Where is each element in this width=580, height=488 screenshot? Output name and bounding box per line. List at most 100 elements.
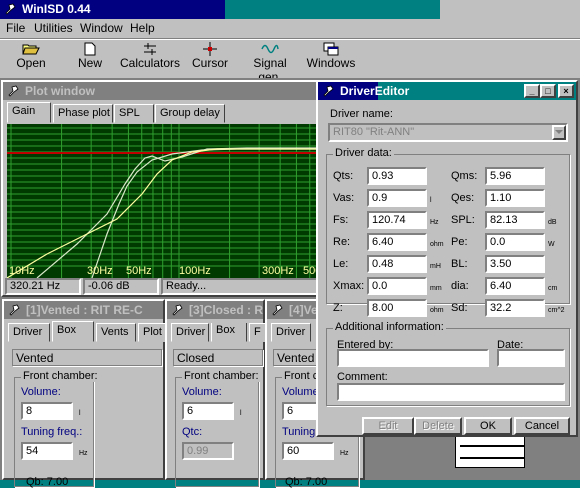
closed-gain-curve <box>91 148 322 278</box>
driver-editor-dialog: DriverEditor _ □ × Driver name: RIT80 "R… <box>316 80 578 437</box>
close-button[interactable]: × <box>558 84 574 98</box>
box-diagram-port <box>460 445 524 447</box>
signal-gen-button[interactable]: Signal gen. <box>240 42 300 84</box>
vented-tuning-input[interactable]: 54 <box>21 442 73 460</box>
menu-file[interactable]: File <box>6 19 25 37</box>
date-input[interactable] <box>497 349 565 367</box>
driver-editor-title: DriverEditor <box>340 84 410 98</box>
tab-f[interactable]: F <box>249 323 266 342</box>
edit-button: Edit <box>362 417 414 435</box>
closed-volume-unit: l <box>240 410 242 417</box>
cursor-button[interactable]: Cursor <box>190 42 230 76</box>
param-input[interactable]: 6.40 <box>485 277 545 295</box>
driver-editor-icon <box>322 84 335 97</box>
vented2-tuning-unit: Hz <box>340 450 349 457</box>
vented-title-bar[interactable]: [1]Vented : RIT RE-C <box>4 301 163 319</box>
param-label: dia: <box>451 280 469 292</box>
plot-window: Plot window Gain Phase plot SPL Group de… <box>1 80 326 297</box>
open-label: Open <box>16 56 46 70</box>
closed-volume-label: Volume: <box>182 386 222 398</box>
param-label: Xmax: <box>333 280 365 292</box>
new-page-icon <box>84 42 96 56</box>
combo-dropdown-button[interactable] <box>552 125 566 140</box>
plot-svg <box>7 124 322 278</box>
new-label: New <box>77 56 102 70</box>
vented2-tuning-label: Tuning <box>282 426 316 438</box>
tab-spl[interactable]: SPL <box>114 104 154 123</box>
param-input[interactable]: 3.50 <box>485 255 545 273</box>
menu-help[interactable]: Help <box>130 19 155 37</box>
param-input[interactable]: 0.0 <box>367 277 427 295</box>
param-input[interactable]: 8.00 <box>367 299 427 317</box>
freq-label-30hz: 30Hz <box>87 265 113 277</box>
param-label: Re: <box>333 236 351 248</box>
plot-title-bar[interactable]: Plot window <box>3 82 324 100</box>
param-input[interactable]: 0.48 <box>367 255 427 273</box>
ok-button[interactable]: OK <box>464 417 512 435</box>
open-button[interactable]: Open <box>10 42 52 76</box>
crosshair-icon <box>203 42 217 56</box>
vented-window-icon <box>8 303 21 316</box>
vented-window: [1]Vented : RIT RE-C Driver Box Vents Pl… <box>2 299 168 488</box>
plot-area[interactable]: 10Hz 30Hz 50Hz 100Hz 300Hz 500Hz <box>7 124 322 278</box>
closed-group-label: Front chamber: <box>182 370 261 382</box>
vented-tabs: Driver Box Vents Plot <box>8 321 168 343</box>
param-label: Pe: <box>451 236 468 248</box>
calculators-button[interactable]: Calculators <box>120 42 180 76</box>
tab-driver[interactable]: Driver <box>171 323 209 342</box>
param-input[interactable]: 0.0 <box>485 233 545 251</box>
closed-volume-input[interactable]: 6 <box>182 402 234 420</box>
vented2-tuning-input[interactable]: 60 <box>282 442 334 460</box>
driver-name-combo[interactable]: RIT80 "Rit-ANN" <box>328 123 568 142</box>
tab-gain[interactable]: Gain <box>7 102 51 123</box>
maximize-button[interactable]: □ <box>540 84 556 98</box>
vented-volume-input[interactable]: 8 <box>21 402 73 420</box>
tab-box[interactable]: Box <box>52 321 94 342</box>
cancel-button[interactable]: Cancel <box>514 417 570 435</box>
tab-group-delay[interactable]: Group delay <box>155 104 225 123</box>
vented-type: Vented <box>12 349 162 366</box>
delete-button: Delete <box>414 417 462 435</box>
menu-utilities[interactable]: Utilities <box>34 19 73 37</box>
minimize-button[interactable]: _ <box>524 84 540 98</box>
param-label: Sd: <box>451 302 468 314</box>
vented-volume-unit: l <box>79 410 81 417</box>
param-unit: dB <box>548 219 557 226</box>
tab-driver[interactable]: Driver <box>271 323 311 342</box>
menu-window[interactable]: Window <box>80 19 123 37</box>
param-input[interactable]: 1.10 <box>485 189 545 207</box>
new-button[interactable]: New <box>72 42 108 76</box>
closed-title-bar[interactable]: [3]Closed : RIT <box>167 301 263 319</box>
vented2-window-icon <box>271 303 284 316</box>
param-input[interactable]: 82.13 <box>485 211 545 229</box>
windows-button[interactable]: Windows <box>306 42 356 76</box>
tab-plot[interactable]: Plot <box>138 323 168 342</box>
windows-label: Windows <box>306 56 356 70</box>
param-input[interactable]: 6.40 <box>367 233 427 251</box>
chevron-down-icon <box>555 130 563 134</box>
param-unit: Hz <box>430 219 439 226</box>
param-input[interactable]: 32.2 <box>485 299 545 317</box>
driver-data-group: Driver data: Qts: 0.93 Vas: 0.9 l Fs: 120.74 Hz… <box>326 147 570 317</box>
tab-vents[interactable]: Vents <box>96 323 136 342</box>
box-diagram <box>455 436 525 468</box>
plot-statusbar: 320.21 Hz -0.06 dB Ready... <box>5 278 322 295</box>
entered-by-input[interactable] <box>337 349 489 367</box>
param-input[interactable]: 120.74 <box>367 211 427 229</box>
comment-input[interactable] <box>337 383 565 401</box>
windows-icon <box>323 42 339 56</box>
param-label: Z: <box>333 302 343 314</box>
tab-driver[interactable]: Driver <box>8 323 50 342</box>
param-input[interactable]: 5.96 <box>485 167 545 185</box>
param-label: Qms: <box>451 170 478 182</box>
tab-box[interactable]: Box <box>211 323 247 342</box>
param-unit: mm <box>430 285 442 292</box>
driver-name-value: RIT80 "Rit-ANN" <box>333 126 415 138</box>
param-label: Fs: <box>333 214 349 226</box>
sine-wave-icon <box>261 44 279 54</box>
tab-phase-plot[interactable]: Phase plot <box>53 104 113 123</box>
param-input[interactable]: 0.9 <box>367 189 427 207</box>
driver-name-label: Driver name: <box>330 108 393 120</box>
freq-label-300hz: 300Hz <box>262 265 294 277</box>
param-input[interactable]: 0.93 <box>367 167 427 185</box>
